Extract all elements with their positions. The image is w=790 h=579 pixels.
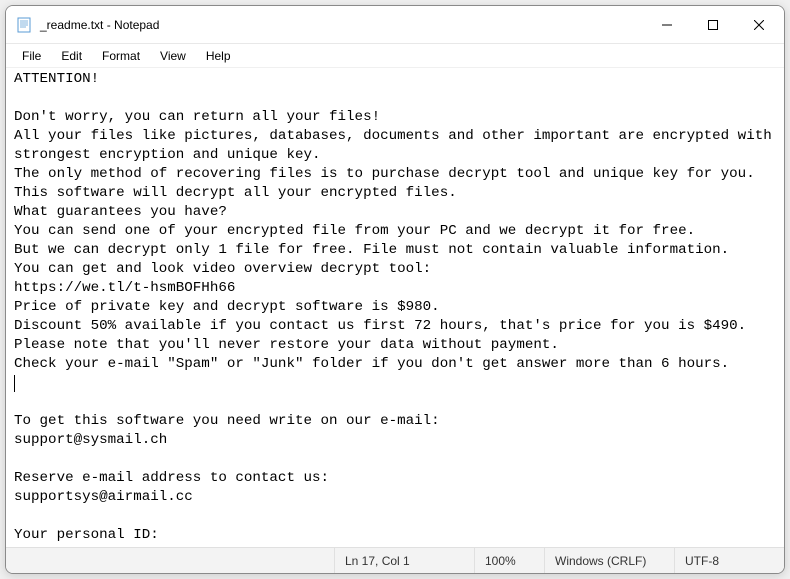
- status-zoom: 100%: [474, 548, 544, 573]
- minimize-button[interactable]: [644, 6, 690, 43]
- status-encoding: UTF-8: [674, 548, 784, 573]
- status-position: Ln 17, Col 1: [334, 548, 474, 573]
- minimize-icon: [662, 20, 672, 30]
- document-text: ATTENTION! Don't worry, you can return a…: [14, 71, 780, 547]
- status-line-ending: Windows (CRLF): [544, 548, 674, 573]
- text-editor[interactable]: ATTENTION! Don't worry, you can return a…: [6, 68, 784, 547]
- maximize-button[interactable]: [690, 6, 736, 43]
- window-controls: [644, 6, 782, 43]
- menu-format[interactable]: Format: [92, 47, 150, 65]
- menu-help[interactable]: Help: [196, 47, 241, 65]
- menu-bar: File Edit Format View Help: [6, 44, 784, 68]
- menu-view[interactable]: View: [150, 47, 196, 65]
- title-bar: _readme.txt - Notepad: [6, 6, 784, 44]
- notepad-window: _readme.txt - Notepad File Edit Format V…: [5, 5, 785, 574]
- menu-edit[interactable]: Edit: [51, 47, 92, 65]
- text-caret: [14, 375, 15, 392]
- close-button[interactable]: [736, 6, 782, 43]
- close-icon: [754, 20, 764, 30]
- status-spacer: [6, 548, 334, 573]
- notepad-icon: [16, 17, 32, 33]
- window-title: _readme.txt - Notepad: [40, 18, 644, 32]
- menu-file[interactable]: File: [12, 47, 51, 65]
- maximize-icon: [708, 20, 718, 30]
- status-bar: Ln 17, Col 1 100% Windows (CRLF) UTF-8: [6, 547, 784, 573]
